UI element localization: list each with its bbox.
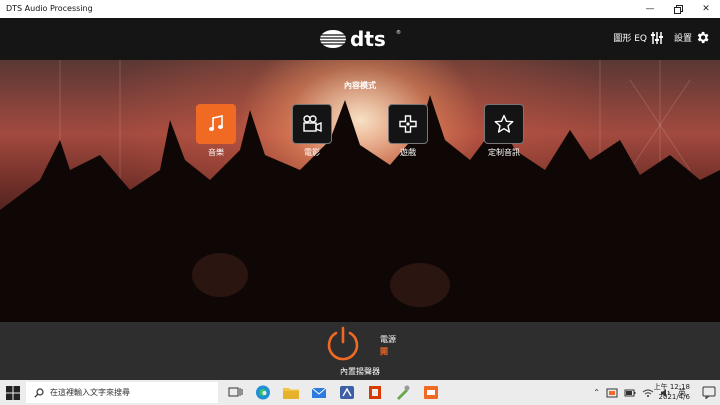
- power-panel: 電源 開 內置揚聲器: [0, 322, 720, 380]
- window-titlebar: DTS Audio Processing — ✕: [0, 0, 720, 18]
- gamepad-icon: [399, 115, 417, 133]
- mode-movie[interactable]: 電影: [282, 104, 342, 158]
- mode-music-box[interactable]: [196, 104, 236, 144]
- mode-game-label: 遊戲: [400, 148, 416, 157]
- graphic-eq-label: 圖形 EQ: [613, 34, 647, 44]
- tray-app-icon[interactable]: [606, 388, 618, 398]
- close-button[interactable]: ✕: [692, 0, 720, 18]
- movie-camera-icon: [303, 115, 322, 133]
- mode-custom-audio[interactable]: 定制音訊: [474, 104, 534, 158]
- logo-text: dts: [350, 27, 386, 51]
- mode-game-box[interactable]: [388, 104, 428, 144]
- app-header: dts ® 圖形 EQ 設置: [0, 18, 720, 60]
- mail-icon[interactable]: [310, 384, 328, 401]
- equalizer-icon: [650, 31, 663, 44]
- dts-audio-taskbar-icon[interactable]: [422, 384, 440, 401]
- music-note-icon: [209, 115, 223, 131]
- output-device-label: 內置揚聲器: [340, 367, 380, 376]
- settings-label: 設置: [673, 34, 692, 44]
- power-status: 電源 開: [380, 334, 396, 358]
- maximize-button[interactable]: [664, 0, 692, 18]
- app-icon-blue[interactable]: [338, 384, 356, 401]
- power-label: 電源: [380, 335, 396, 344]
- task-view-icon[interactable]: [226, 384, 244, 401]
- notification-icon[interactable]: [702, 386, 716, 399]
- settings-button[interactable]: 設置: [674, 30, 710, 45]
- file-explorer-icon[interactable]: [282, 384, 300, 401]
- dts-logo: dts ®: [320, 27, 401, 51]
- taskbar-search-box[interactable]: 在這裡輸入文字來搜尋: [26, 382, 218, 403]
- app-icon-tools[interactable]: [394, 384, 412, 401]
- battery-icon[interactable]: [624, 388, 636, 398]
- mode-music[interactable]: 音樂: [186, 104, 246, 158]
- content-mode-panel: 內容模式 音樂 電影 遊戲 定制音訊: [0, 60, 720, 322]
- power-button[interactable]: [324, 325, 362, 363]
- mode-movie-label: 電影: [304, 148, 320, 157]
- edge-browser-icon[interactable]: [254, 384, 272, 401]
- content-mode-title: 內容模式: [344, 81, 376, 90]
- concert-crowd-background: [0, 60, 720, 322]
- taskbar: 在這裡輸入文字來搜尋 ⌃ 英 上午 12:18 2021/4/6: [0, 380, 720, 405]
- restore-icon: [673, 4, 683, 14]
- star-icon: [494, 114, 514, 133]
- gear-icon: [697, 31, 709, 44]
- minimize-button[interactable]: —: [636, 0, 664, 18]
- svg-text:®: ®: [396, 29, 401, 36]
- window-title: DTS Audio Processing: [6, 4, 93, 13]
- mode-game[interactable]: 遊戲: [378, 104, 438, 158]
- search-placeholder: 在這裡輸入文字來搜尋: [50, 388, 130, 397]
- search-icon: [34, 387, 44, 398]
- mode-movie-box[interactable]: [292, 104, 332, 144]
- power-state: 開: [380, 347, 388, 356]
- mode-custom-audio-label: 定制音訊: [488, 148, 520, 157]
- office-icon[interactable]: [366, 384, 384, 401]
- chevron-up-icon[interactable]: ⌃: [593, 388, 600, 397]
- mode-music-label: 音樂: [208, 148, 224, 157]
- graphic-eq-button[interactable]: 圖形 EQ: [613, 31, 664, 45]
- mode-custom-audio-box[interactable]: [484, 104, 524, 144]
- windows-start-icon[interactable]: [4, 384, 22, 402]
